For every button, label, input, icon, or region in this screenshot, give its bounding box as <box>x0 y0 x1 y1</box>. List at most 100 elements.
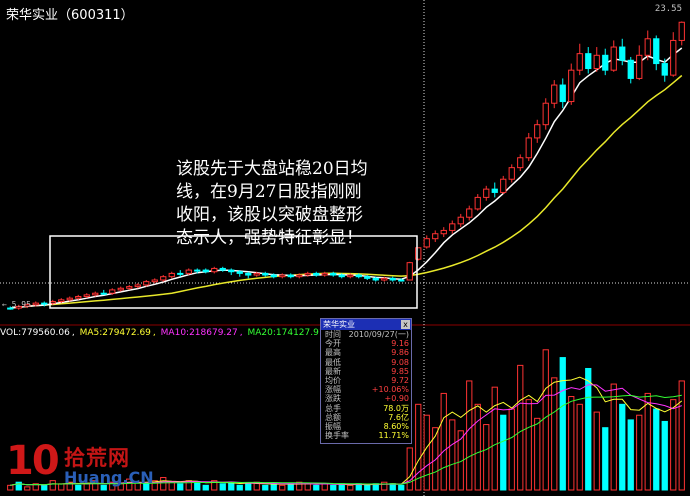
volume-bar[interactable] <box>381 481 388 491</box>
candle-body[interactable] <box>253 272 260 276</box>
volume-bar[interactable] <box>270 483 277 491</box>
candle-body[interactable] <box>627 59 634 79</box>
candle-body[interactable] <box>49 300 56 304</box>
volume-bar[interactable] <box>364 484 371 491</box>
candle-body[interactable] <box>559 84 566 103</box>
volume-bar[interactable] <box>474 403 481 491</box>
candle-body[interactable] <box>245 272 252 276</box>
candle-body[interactable] <box>41 302 48 305</box>
volume-bar[interactable] <box>568 396 575 491</box>
volume-bar[interactable] <box>644 392 651 491</box>
candle-body[interactable] <box>185 269 192 274</box>
candle-body[interactable] <box>542 102 549 126</box>
candle-body[interactable] <box>661 63 668 76</box>
candle-body[interactable] <box>406 262 413 281</box>
candle-body[interactable] <box>457 216 464 225</box>
volume-bar[interactable] <box>593 411 600 491</box>
candle-body[interactable] <box>75 296 82 299</box>
candle-body[interactable] <box>644 38 651 56</box>
volume-bar[interactable] <box>517 364 524 491</box>
volume-bar[interactable] <box>525 399 532 491</box>
candle-body[interactable] <box>236 271 243 274</box>
volume-bar[interactable] <box>194 481 201 491</box>
volume-bar[interactable] <box>347 484 354 491</box>
candle-body[interactable] <box>381 277 388 281</box>
volume-bar[interactable] <box>678 380 685 491</box>
volume-bar[interactable] <box>287 483 294 491</box>
volume-bar[interactable] <box>236 484 243 491</box>
candle-body[interactable] <box>321 272 328 276</box>
candle-body[interactable] <box>474 196 481 210</box>
candle-body[interactable] <box>389 277 396 281</box>
volume-bar[interactable] <box>313 484 320 491</box>
candle-body[interactable] <box>636 54 643 79</box>
candle-body[interactable] <box>602 54 609 71</box>
candle-body[interactable] <box>670 39 677 76</box>
candle-body[interactable] <box>338 274 345 278</box>
candle-body[interactable] <box>287 274 294 278</box>
volume-bar[interactable] <box>619 403 626 491</box>
volume-bar[interactable] <box>262 484 269 491</box>
volume-bar[interactable] <box>636 414 643 491</box>
volume-bar[interactable] <box>406 447 413 491</box>
candle-body[interactable] <box>449 223 456 231</box>
candle-body[interactable] <box>58 299 65 302</box>
candle-body[interactable] <box>585 53 592 70</box>
volume-bar[interactable] <box>168 481 175 491</box>
volume-bar[interactable] <box>585 367 592 491</box>
candle-body[interactable] <box>160 276 167 281</box>
volume-bar[interactable] <box>160 477 167 491</box>
candle-body[interactable] <box>202 269 209 273</box>
candle-body[interactable] <box>92 292 99 296</box>
volume-bar[interactable] <box>219 483 226 491</box>
candle-body[interactable] <box>466 208 473 218</box>
volume-bar[interactable] <box>653 408 660 491</box>
candle-body[interactable] <box>355 274 362 278</box>
candle-body[interactable] <box>330 272 337 276</box>
close-icon[interactable]: x <box>401 320 410 329</box>
candle-body[interactable] <box>83 294 90 298</box>
candle-body[interactable] <box>262 272 269 276</box>
stock-info-popup[interactable]: 荣华实业 x 时间 2010/09/27(一) 今开 9.16 最高 9.86 最低 9.08… <box>320 318 412 444</box>
candle-body[interactable] <box>364 276 371 279</box>
candle-body[interactable] <box>228 269 235 273</box>
candle-body[interactable] <box>279 274 286 278</box>
candle-body[interactable] <box>568 69 575 103</box>
volume-bar[interactable] <box>279 484 286 491</box>
volume-bar[interactable] <box>483 424 490 491</box>
volume-bar[interactable] <box>508 408 515 491</box>
candle-body[interactable] <box>66 297 73 301</box>
volume-bar[interactable] <box>627 419 634 491</box>
candle-body[interactable] <box>134 284 141 288</box>
candle-body[interactable] <box>534 124 541 139</box>
candle-body[interactable] <box>517 157 524 169</box>
volume-bar[interactable] <box>449 419 456 491</box>
candle-body[interactable] <box>678 21 685 41</box>
candle-body[interactable] <box>398 279 405 282</box>
candle-body[interactable] <box>32 302 39 306</box>
volume-bar[interactable] <box>542 349 549 491</box>
candle-body[interactable] <box>168 272 175 278</box>
volume-bar[interactable] <box>534 417 541 491</box>
volume-bar[interactable] <box>432 427 439 491</box>
volume-bar[interactable] <box>330 484 337 491</box>
candle-body[interactable] <box>143 281 150 286</box>
volume-bar[interactable] <box>245 483 252 491</box>
candle-body[interactable] <box>194 269 201 272</box>
volume-bar[interactable] <box>559 357 566 491</box>
candle-body[interactable] <box>109 289 116 294</box>
candle-body[interactable] <box>219 267 226 271</box>
volume-bar[interactable] <box>491 386 498 491</box>
candle-body[interactable] <box>126 286 133 289</box>
volume-bar[interactable] <box>398 484 405 491</box>
volume-bar[interactable] <box>500 414 507 491</box>
volume-bar[interactable] <box>670 399 677 491</box>
candle-body[interactable] <box>117 287 124 291</box>
candle-body[interactable] <box>296 274 303 278</box>
candle-body[interactable] <box>593 54 600 70</box>
volume-bar[interactable] <box>440 392 447 491</box>
candle-body[interactable] <box>491 188 498 193</box>
candle-body[interactable] <box>653 38 660 65</box>
volume-bar[interactable] <box>661 420 668 491</box>
candle-body[interactable] <box>508 167 515 180</box>
